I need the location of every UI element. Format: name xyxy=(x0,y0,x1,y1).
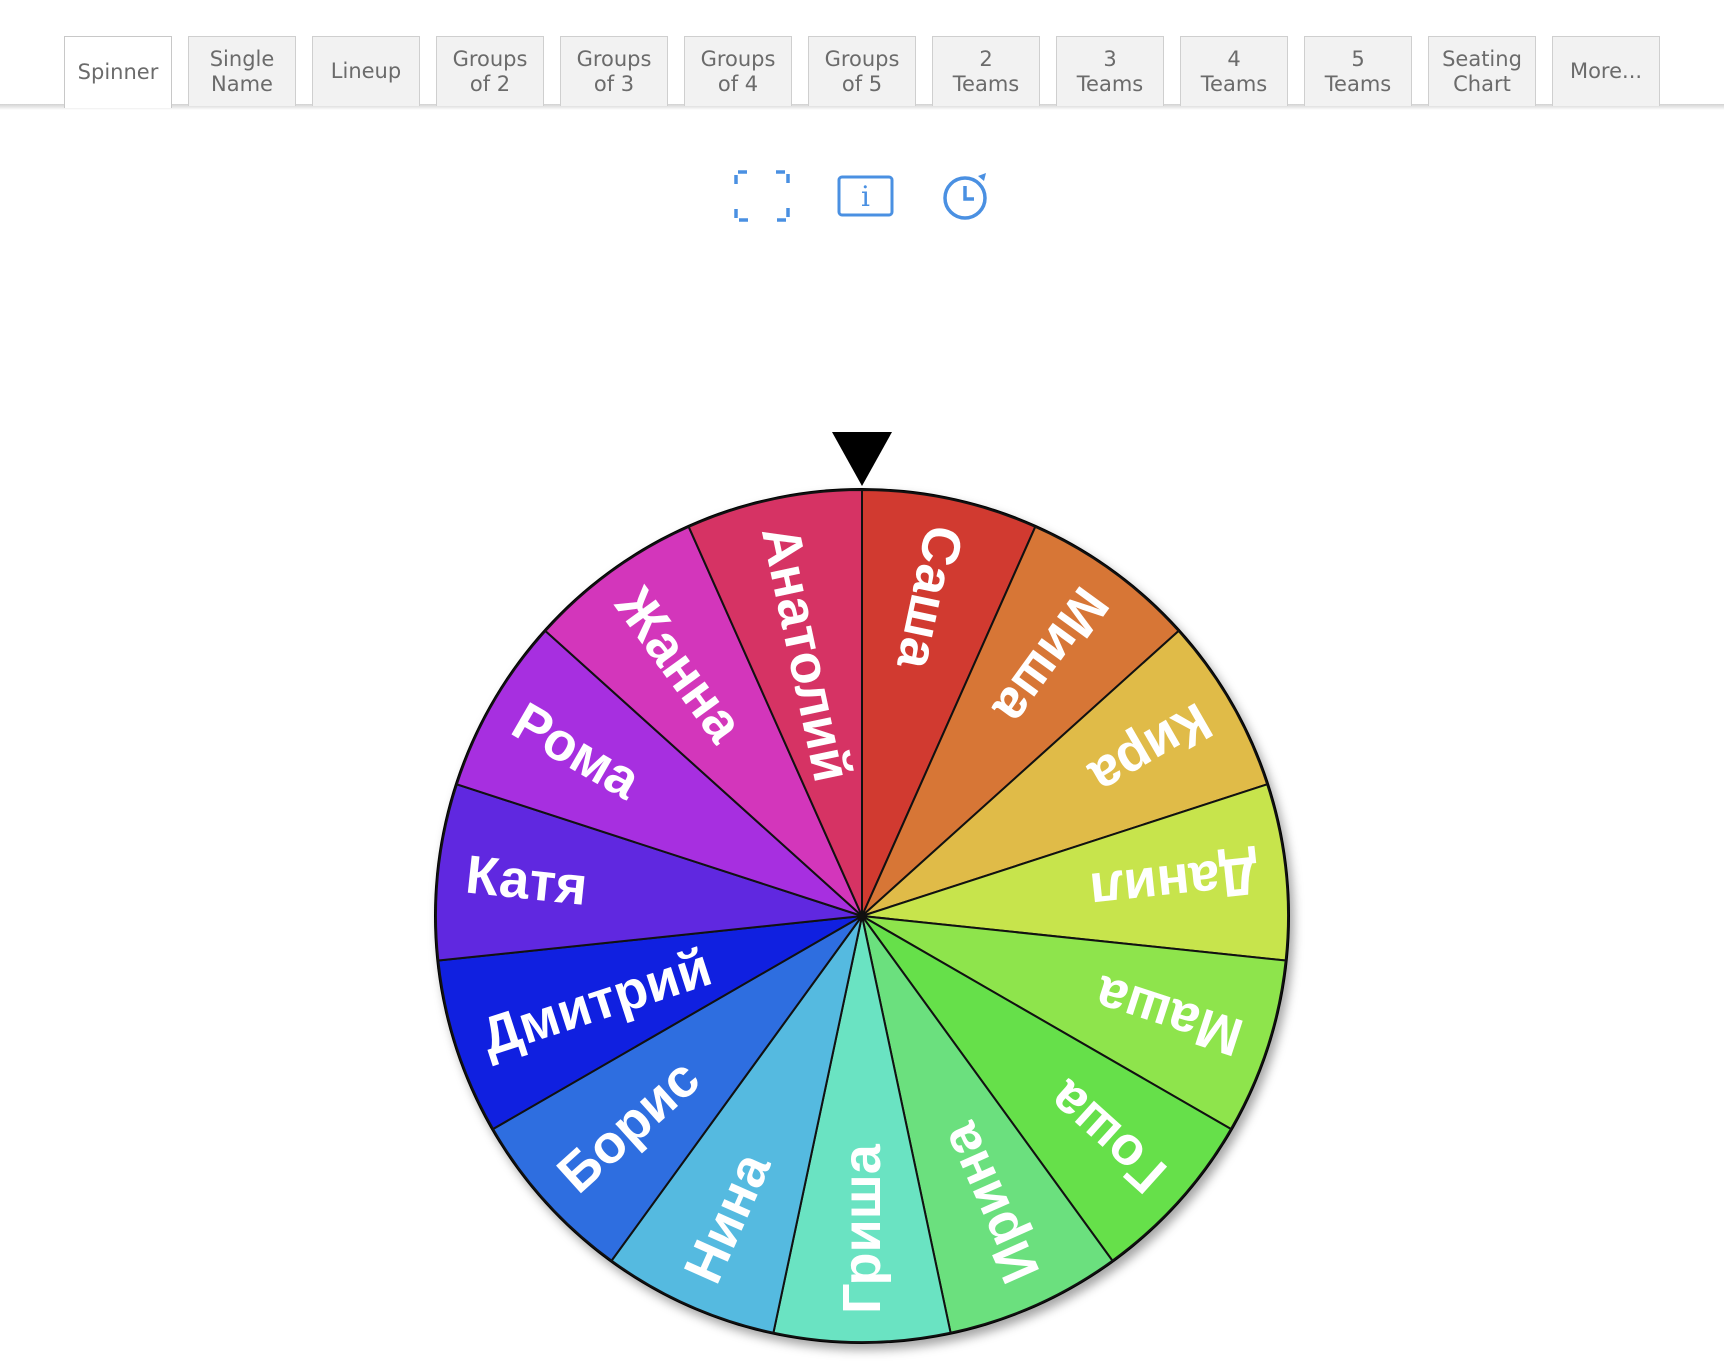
wheel-segment-label: Гриша xyxy=(832,1143,892,1314)
wheel-segment-label: Катя xyxy=(463,845,590,917)
wheel-pointer xyxy=(832,432,892,486)
spinner-wheel[interactable]: Саша МишаКираДанилМашаГошаИринаГришаНинаБ… xyxy=(0,0,1724,1364)
wheel-hub xyxy=(859,913,865,919)
tab-label-line1: Spinner xyxy=(77,60,159,84)
tab-spinner[interactable]: Spinner xyxy=(64,36,172,108)
